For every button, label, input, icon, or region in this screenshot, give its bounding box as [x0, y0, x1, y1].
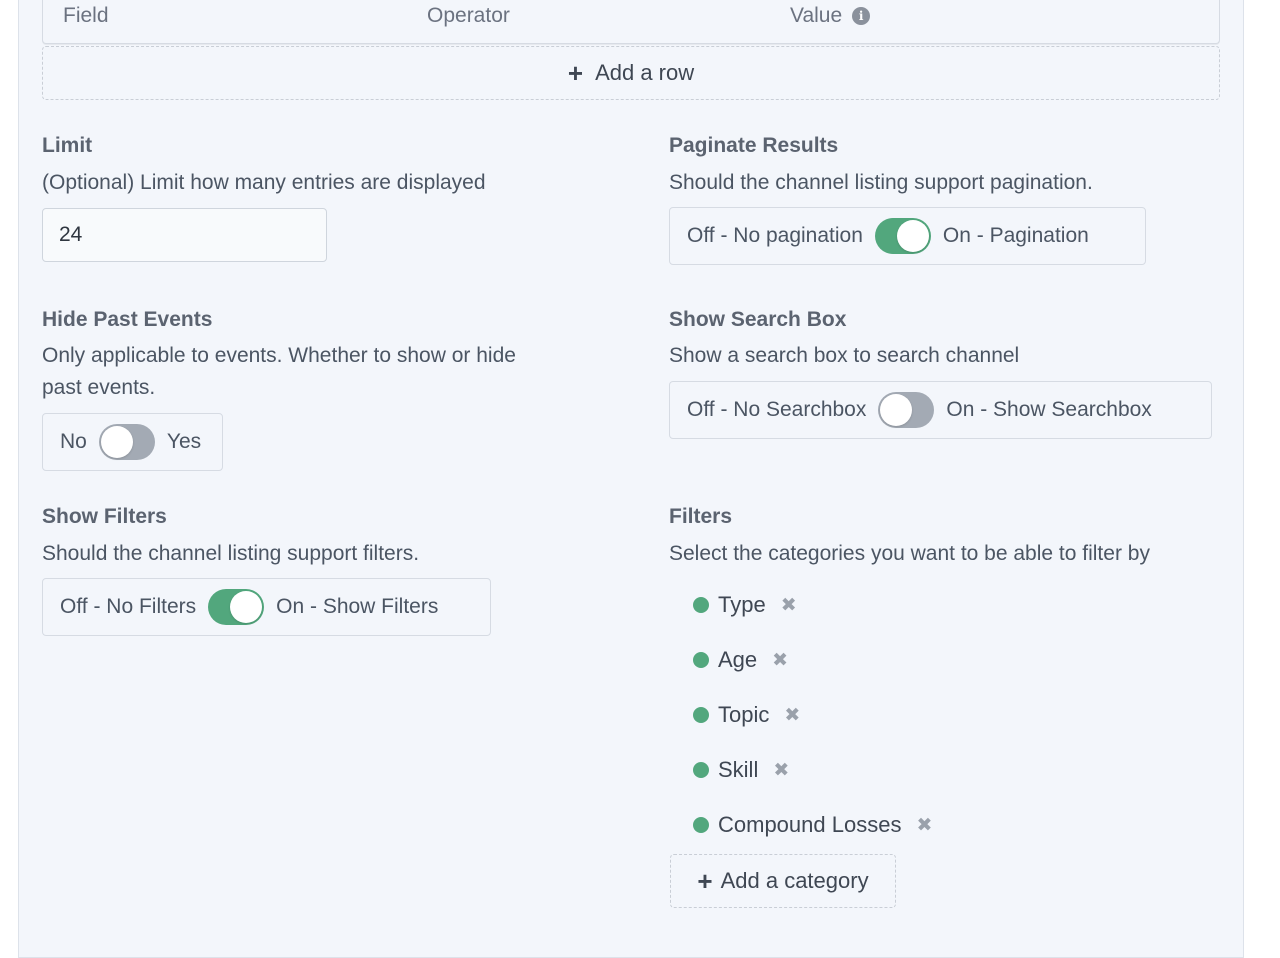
status-dot-icon: [693, 762, 709, 778]
show-filters-off-label[interactable]: Off - No Filters: [60, 595, 196, 619]
filter-category-label: Topic: [718, 702, 770, 727]
column-header-value-label: Value: [790, 4, 843, 27]
show-filters-toggle-group: Off - No Filters On - Show Filters: [42, 578, 491, 636]
remove-icon[interactable]: ✖: [781, 594, 797, 617]
hide-past-on-label[interactable]: Yes: [167, 430, 201, 454]
plus-icon: +: [697, 866, 713, 896]
search-box-off-label[interactable]: Off - No Searchbox: [687, 398, 866, 422]
add-category-button[interactable]: + Add a category: [670, 854, 896, 908]
limit-description: (Optional) Limit how many entries are di…: [42, 171, 486, 194]
hide-past-title: Hide Past Events: [42, 308, 213, 331]
remove-icon[interactable]: ✖: [772, 649, 788, 672]
paginate-on-label[interactable]: On - Pagination: [943, 224, 1089, 248]
remove-icon[interactable]: ✖: [784, 704, 800, 727]
info-icon[interactable]: i: [852, 7, 871, 25]
hide-past-toggle-group: No Yes: [42, 413, 223, 471]
limit-title: Limit: [42, 134, 93, 157]
search-box-title: Show Search Box: [669, 308, 847, 331]
filters-title: Filters: [669, 505, 733, 528]
toggle-knob: [880, 394, 913, 426]
filter-category-tag: Age ✖: [693, 647, 788, 673]
filter-category-label: Age: [718, 647, 758, 672]
toggle-knob: [100, 426, 133, 458]
column-header-field: Field: [63, 4, 109, 27]
limit-input[interactable]: [42, 208, 327, 262]
paginate-description: Should the channel listing support pagin…: [669, 171, 1093, 194]
settings-panel: [18, 0, 1244, 958]
filter-category-tag: Compound Losses ✖: [693, 812, 932, 838]
toggle-knob: [230, 591, 263, 623]
paginate-toggle-group: Off - No pagination On - Pagination: [669, 207, 1146, 265]
toggle-knob: [896, 220, 929, 252]
status-dot-icon: [693, 652, 709, 668]
show-filters-on-label[interactable]: On - Show Filters: [276, 595, 438, 619]
hide-past-description-line1: Only applicable to events. Whether to sh…: [42, 344, 516, 367]
show-filters-description: Should the channel listing support filte…: [42, 542, 420, 565]
filter-category-tag: Topic ✖: [693, 702, 800, 728]
search-box-toggle-switch[interactable]: [878, 392, 935, 428]
remove-icon[interactable]: ✖: [916, 814, 932, 837]
show-filters-toggle-switch[interactable]: [208, 589, 265, 625]
hide-past-description-line2: past events.: [42, 376, 156, 399]
status-dot-icon: [693, 707, 709, 723]
add-category-label: Add a category: [720, 868, 869, 893]
filter-category-label: Type: [718, 592, 766, 617]
paginate-off-label[interactable]: Off - No pagination: [687, 224, 863, 248]
paginate-title: Paginate Results: [669, 134, 839, 157]
filter-category-tag: Type ✖: [693, 592, 797, 618]
show-filters-title: Show Filters: [42, 505, 167, 528]
column-header-value: Value i: [790, 4, 871, 28]
plus-icon: +: [567, 58, 584, 88]
status-dot-icon: [693, 817, 709, 833]
paginate-toggle-switch[interactable]: [874, 218, 931, 254]
filter-category-tag: Skill ✖: [693, 757, 789, 783]
hide-past-toggle-switch[interactable]: [98, 424, 155, 460]
filters-description: Select the categories you want to be abl…: [669, 542, 1150, 565]
filter-category-label: Compound Losses: [718, 812, 902, 837]
add-row-label: Add a row: [595, 60, 695, 85]
add-row-button[interactable]: + Add a row: [42, 46, 1220, 100]
search-box-description: Show a search box to search channel: [669, 344, 1020, 367]
filter-category-label: Skill: [718, 757, 759, 782]
search-box-toggle-group: Off - No Searchbox On - Show Searchbox: [669, 381, 1212, 439]
filter-table-header: Field Operator Value i: [42, 0, 1220, 44]
status-dot-icon: [693, 597, 709, 613]
column-header-operator: Operator: [427, 4, 510, 27]
remove-icon[interactable]: ✖: [773, 759, 789, 782]
search-box-on-label[interactable]: On - Show Searchbox: [946, 398, 1151, 422]
hide-past-off-label[interactable]: No: [60, 430, 87, 454]
